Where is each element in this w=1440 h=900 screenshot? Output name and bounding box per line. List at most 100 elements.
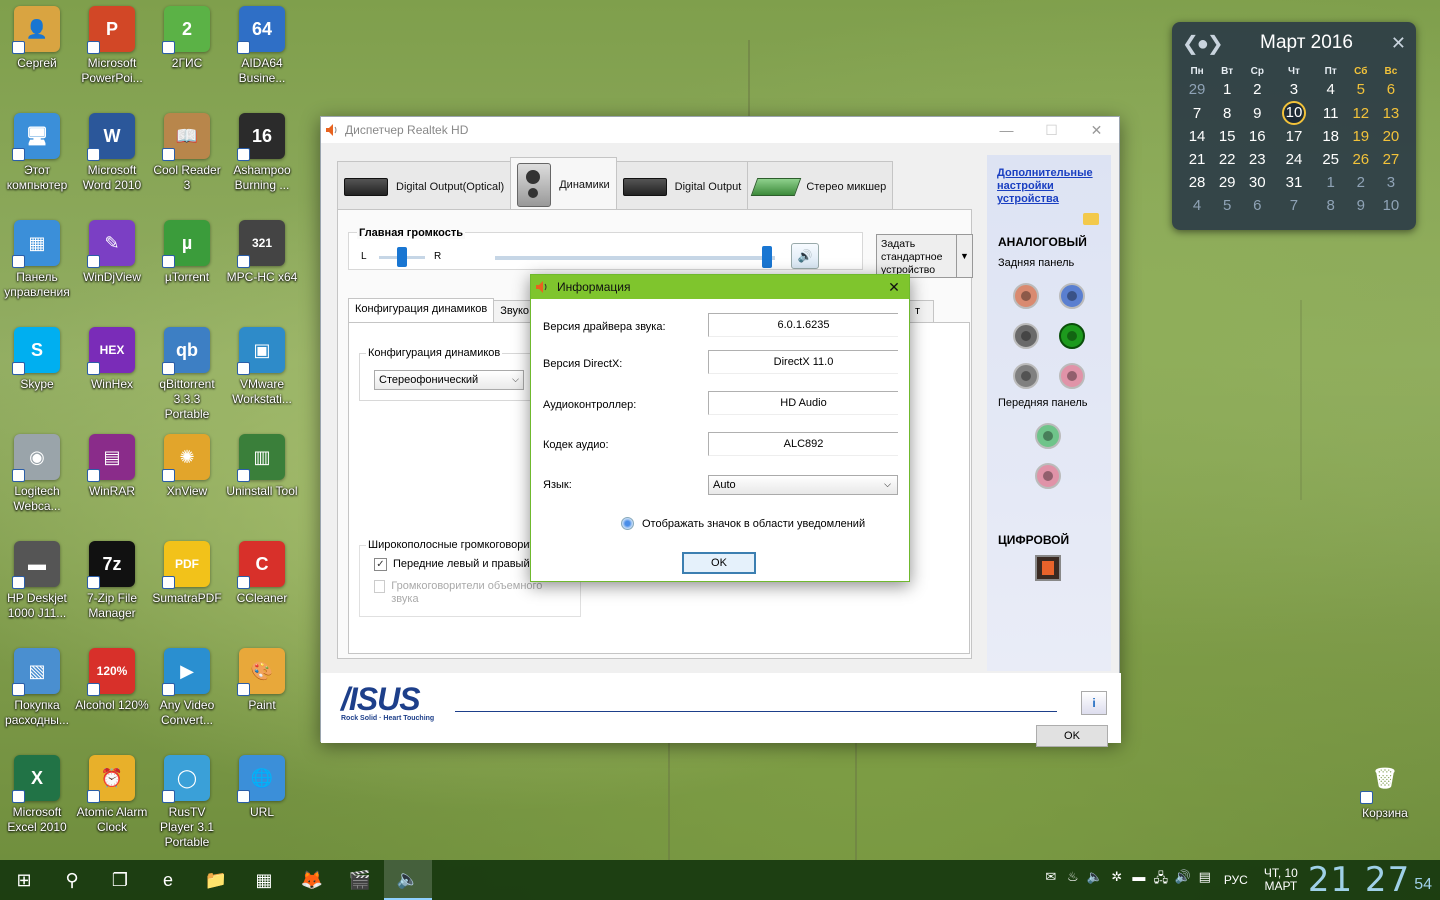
- tab-speakers[interactable]: Динамики: [510, 157, 617, 211]
- input-language[interactable]: РУС: [1224, 873, 1248, 887]
- calendar-nav-icon[interactable]: ❮●❯: [1182, 31, 1242, 56]
- calendar-day[interactable]: 21: [1182, 148, 1212, 171]
- clock-time[interactable]: 21 27: [1308, 860, 1410, 900]
- desktop-icon[interactable]: 16 Ashampoo Burning ...: [225, 113, 299, 193]
- audio-jack-icon[interactable]: [1013, 283, 1039, 309]
- desktop-icon[interactable]: ▦ Панель управления: [0, 220, 74, 300]
- calendar-day[interactable]: 23: [1242, 148, 1272, 171]
- media-button[interactable]: 🎬: [336, 860, 384, 900]
- calendar-day[interactable]: 9: [1242, 101, 1272, 125]
- calendar-day[interactable]: 31: [1272, 171, 1315, 194]
- desktop-icon[interactable]: qb qBittorrent 3.3.3 Portable: [150, 327, 224, 422]
- subtab-partial[interactable]: т: [908, 300, 934, 322]
- surround-checkbox[interactable]: Громкоговорители объемного звука: [374, 580, 544, 606]
- desktop-icon[interactable]: PDF SumatraPDF: [150, 541, 224, 606]
- desktop-icon[interactable]: HEX WinHex: [75, 327, 149, 392]
- front-lr-checkbox[interactable]: ✓ Передние левый и правый: [374, 558, 530, 571]
- audio-jack-icon[interactable]: [1059, 363, 1085, 389]
- calendar-day[interactable]: 8: [1212, 101, 1242, 125]
- calendar-day[interactable]: 26: [1346, 148, 1376, 171]
- advanced-settings-link[interactable]: Дополнительные настройки устройства: [997, 167, 1101, 206]
- tray-icon-option[interactable]: Отображать значок в области уведомлений: [621, 517, 865, 530]
- desktop-icon[interactable]: 👤 Сергей: [0, 6, 74, 71]
- calendar-day[interactable]: 7: [1182, 101, 1212, 125]
- tab-digital-output-optical[interactable]: Digital Output(Optical): [337, 161, 512, 211]
- tray-icon[interactable]: ♨: [1062, 869, 1084, 891]
- audio-jack-icon[interactable]: [1059, 323, 1085, 349]
- calendar-close-icon[interactable]: ✕: [1391, 33, 1406, 54]
- desktop-icon[interactable]: ▥ Uninstall Tool: [225, 434, 299, 499]
- explorer-button[interactable]: 📁: [192, 860, 240, 900]
- digital-connector-icon[interactable]: [1035, 555, 1061, 581]
- speaker-config-select[interactable]: Стереофонический ⌵: [374, 370, 524, 390]
- audio-jack-icon[interactable]: [1035, 423, 1061, 449]
- desktop-icon[interactable]: P Microsoft PowerPoi...: [75, 6, 149, 86]
- tray-icon[interactable]: ▬: [1128, 869, 1150, 891]
- calendar-day[interactable]: 3: [1272, 78, 1315, 101]
- info-dialog-titlebar[interactable]: Информация ✕: [531, 275, 909, 299]
- desktop-icon[interactable]: C CCleaner: [225, 541, 299, 606]
- calendar-day[interactable]: 6: [1242, 194, 1272, 217]
- calendar-day[interactable]: 9: [1346, 194, 1376, 217]
- realtek-titlebar[interactable]: Диспетчер Realtek HD — ☐ ✕: [321, 117, 1119, 143]
- language-select[interactable]: Auto ⌵: [708, 475, 898, 495]
- audio-jack-icon[interactable]: [1035, 463, 1061, 489]
- desktop-icon[interactable]: 321 MPC-HC x64: [225, 220, 299, 285]
- close-button[interactable]: ✕: [1074, 122, 1119, 139]
- task-view-button[interactable]: ❐: [96, 860, 144, 900]
- calendar-day[interactable]: 17: [1272, 125, 1315, 148]
- calendar-day[interactable]: 24: [1272, 148, 1315, 171]
- desktop-icon[interactable]: 2 2ГИС: [150, 6, 224, 71]
- subtab-sound-effects[interactable]: Звуко: [493, 300, 534, 322]
- desktop-icon[interactable]: 🌐 URL: [225, 755, 299, 820]
- calendar-day[interactable]: 2: [1346, 171, 1376, 194]
- mute-button[interactable]: 🔊: [791, 243, 819, 269]
- volume-slider[interactable]: [761, 246, 772, 268]
- info-ok-button[interactable]: OK: [682, 552, 756, 574]
- desktop-icon[interactable]: S Skype: [0, 327, 74, 392]
- tray-icon[interactable]: 🔊: [1172, 869, 1194, 891]
- tray-icon[interactable]: ▤: [1194, 869, 1216, 891]
- minimize-button[interactable]: —: [984, 122, 1029, 139]
- desktop-icon[interactable]: ✺ XnView: [150, 434, 224, 499]
- radio-button[interactable]: [621, 517, 634, 530]
- calculator-button[interactable]: ▦: [240, 860, 288, 900]
- calendar-day[interactable]: 8: [1316, 194, 1346, 217]
- desktop-icon[interactable]: W Microsoft Word 2010: [75, 113, 149, 193]
- desktop-icon[interactable]: ◉ Logitech Webca...: [0, 434, 74, 514]
- balance-slider[interactable]: [397, 247, 407, 267]
- firefox-button[interactable]: 🦊: [288, 860, 336, 900]
- calendar-day[interactable]: 6: [1376, 78, 1406, 101]
- maximize-button[interactable]: ☐: [1029, 122, 1074, 139]
- calendar-day[interactable]: 29: [1212, 171, 1242, 194]
- calendar-day[interactable]: 13: [1376, 101, 1406, 125]
- calendar-day[interactable]: 30: [1242, 171, 1272, 194]
- calendar-day[interactable]: 4: [1182, 194, 1212, 217]
- desktop-icon[interactable]: ⏰ Atomic Alarm Clock: [75, 755, 149, 835]
- edge-button[interactable]: e: [144, 860, 192, 900]
- calendar-day[interactable]: 1: [1212, 78, 1242, 101]
- calendar-day[interactable]: 16: [1242, 125, 1272, 148]
- info-button[interactable]: i: [1081, 691, 1107, 715]
- clock-date[interactable]: ЧТ, 10 МАРТ: [1264, 867, 1298, 893]
- desktop-icon[interactable]: X Microsoft Excel 2010: [0, 755, 74, 835]
- ok-button[interactable]: OK: [1036, 725, 1108, 747]
- calendar-day[interactable]: 10: [1272, 101, 1315, 125]
- desktop-icon[interactable]: 64 AIDA64 Busine...: [225, 6, 299, 86]
- calendar-day[interactable]: 7: [1272, 194, 1315, 217]
- volume-track[interactable]: [495, 256, 775, 260]
- calendar-day[interactable]: 27: [1376, 148, 1406, 171]
- desktop-icon[interactable]: ▶ Any Video Convert...: [150, 648, 224, 728]
- default-device-dropdown[interactable]: Задать стандартное устройство ▼: [876, 234, 973, 278]
- desktop-icon[interactable]: ◯ RusTV Player 3.1 Portable: [150, 755, 224, 850]
- calendar-day[interactable]: 5: [1212, 194, 1242, 217]
- desktop-icon[interactable]: ▣ VMware Workstati...: [225, 327, 299, 407]
- calendar-day[interactable]: 29: [1182, 78, 1212, 101]
- desktop-icon[interactable]: ✎ WinDjView: [75, 220, 149, 285]
- audio-jack-icon[interactable]: [1059, 283, 1085, 309]
- calendar-day[interactable]: 12: [1346, 101, 1376, 125]
- audio-jack-icon[interactable]: [1013, 323, 1039, 349]
- calendar-day[interactable]: 10: [1376, 194, 1406, 217]
- tray-icon[interactable]: ✲: [1106, 869, 1128, 891]
- calendar-day[interactable]: 11: [1316, 101, 1346, 125]
